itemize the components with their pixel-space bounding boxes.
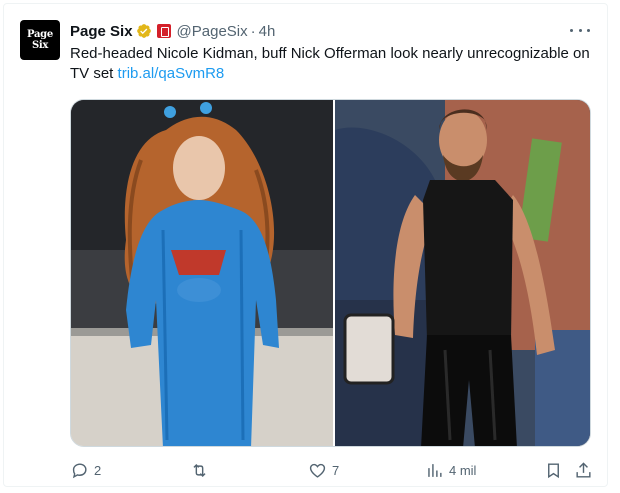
like-count: 7 [332, 462, 340, 478]
bookmark-icon [548, 462, 559, 478]
avatar-text-line1: Page [27, 29, 53, 40]
views-count: 4 mil [449, 462, 477, 478]
reply-icon [72, 462, 87, 478]
analytics-icon [428, 463, 442, 477]
more-options-icon[interactable] [570, 22, 590, 38]
share-icon [576, 461, 591, 478]
author-handle[interactable]: @PageSix [177, 23, 248, 40]
affiliate-badge-icon[interactable] [156, 24, 171, 38]
share-button[interactable] [574, 459, 593, 481]
tweet-actions: 2 7 4 mil [70, 459, 594, 481]
photo-woman-blue-dress[interactable] [71, 100, 333, 446]
separator-dot: · [250, 22, 256, 40]
tweet-header: Page Six @PageSix · 4h [70, 21, 275, 41]
like-button[interactable]: 7 [308, 459, 339, 481]
avatar[interactable]: Page Six [20, 20, 60, 60]
repost-icon [193, 463, 206, 477]
reply-button[interactable]: 2 [70, 459, 101, 481]
photo-woman-illustration [71, 100, 333, 446]
media-grid [70, 99, 591, 447]
repost-button[interactable] [190, 459, 214, 481]
reply-count: 2 [94, 462, 102, 478]
timestamp[interactable]: 4h [259, 23, 276, 40]
author-name[interactable]: Page Six [70, 23, 133, 40]
tweet-link[interactable]: trib.al/qaSvmR8 [118, 65, 225, 82]
photo-man-black-tanktop[interactable] [334, 100, 590, 446]
photo-man-illustration [334, 100, 590, 446]
bookmark-button[interactable] [544, 459, 563, 481]
views-button[interactable]: 4 mil [425, 459, 476, 481]
tweet-text: Red-headed Nicole Kidman, buff Nick Offe… [70, 44, 600, 84]
heart-icon [309, 463, 326, 478]
avatar-text-line2: Six [31, 40, 49, 51]
verified-badge-icon[interactable] [136, 23, 152, 39]
tweet-card[interactable]: Page Six Page Six @PageSix · 4h Red-head… [3, 3, 608, 487]
